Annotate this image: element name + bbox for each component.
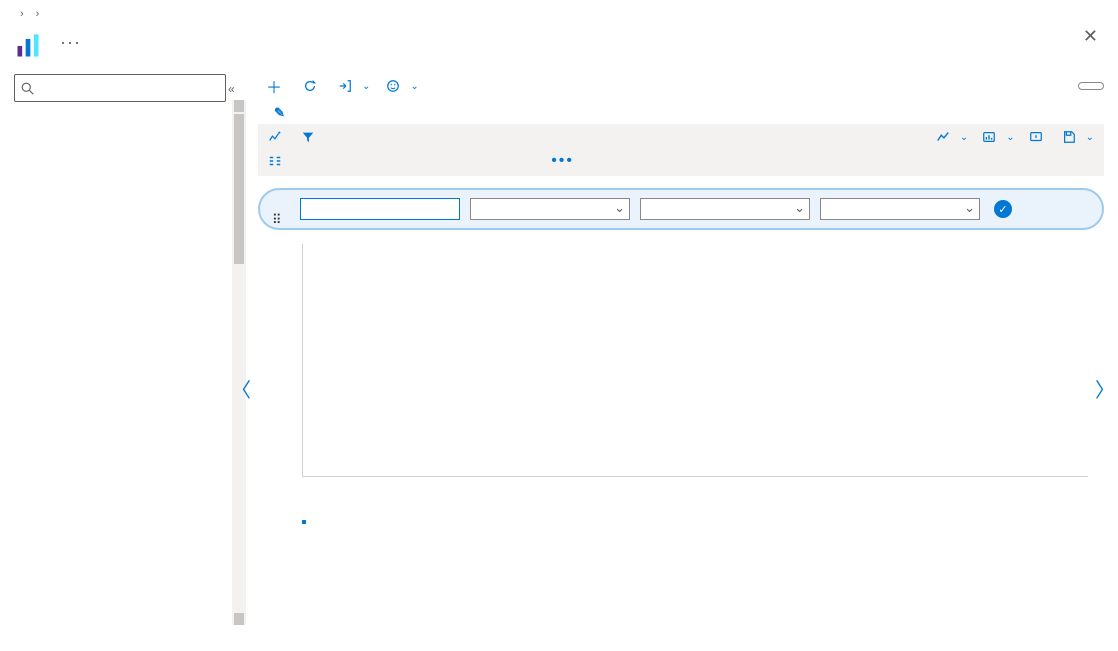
time-range-picker[interactable]: [1078, 82, 1104, 90]
chevron-down-icon: ⌄: [410, 81, 418, 92]
alert-icon: [1029, 130, 1043, 144]
breadcrumb: › ›: [0, 0, 1118, 24]
chevron-down-icon: ⌄: [1086, 132, 1094, 143]
split-icon: [268, 154, 282, 168]
new-chart-button[interactable]: ＋: [258, 72, 295, 100]
search-icon: [21, 82, 34, 95]
y-axis: [258, 244, 298, 476]
line-series: [303, 244, 1088, 476]
chart-area: [258, 244, 1104, 514]
chevron-down-icon: ⌄: [362, 81, 370, 92]
chart-legend: [302, 520, 1104, 524]
add-filter-button[interactable]: [301, 130, 320, 144]
chart-title: ✎: [258, 104, 1104, 124]
pin-icon[interactable]: ✎: [274, 105, 285, 120]
aggregation-dropdown[interactable]: [820, 198, 980, 220]
main-content: ＋ ⌄ ⌄ ✎ ⌄ ⌄ ⌄ •••: [228, 68, 1118, 633]
metric-dropdown[interactable]: [640, 198, 810, 220]
prev-chart-button[interactable]: 〈: [230, 368, 252, 408]
metrics-resource-icon: [14, 32, 42, 60]
metric-selector-bar: ⠿ ✓: [258, 188, 1104, 230]
save-dashboard-button[interactable]: ⌄: [1062, 130, 1094, 144]
save-icon: [1062, 130, 1076, 144]
search-input[interactable]: [14, 74, 226, 102]
apply-check-icon[interactable]: ✓: [994, 200, 1012, 218]
share-button[interactable]: ⌄: [330, 72, 378, 100]
refresh-button[interactable]: [295, 72, 330, 100]
refresh-icon: [303, 79, 317, 93]
chevron-down-icon: ⌄: [1006, 132, 1014, 143]
namespace-dropdown[interactable]: [470, 198, 630, 220]
feedback-button[interactable]: ⌄: [378, 72, 426, 100]
scope-input[interactable]: [300, 198, 460, 220]
metrics-toolbar: ＋ ⌄ ⌄: [258, 68, 1118, 104]
apply-splitting-button[interactable]: [268, 154, 287, 168]
chart-plot[interactable]: [302, 244, 1088, 477]
share-icon: [338, 79, 352, 93]
chart-more-icon[interactable]: •••: [551, 152, 574, 170]
more-icon[interactable]: ···: [60, 32, 81, 53]
logs-icon: [982, 130, 996, 144]
page-header: ··· ✕: [0, 24, 1118, 68]
next-chart-button[interactable]: 〉: [1094, 368, 1116, 408]
chevron-right-icon: ›: [36, 8, 40, 20]
smiley-icon: [386, 79, 400, 93]
filter-icon: [301, 130, 315, 144]
chart-toolbar: ⌄ ⌄ ⌄ •••: [258, 124, 1104, 176]
line-chart-icon: [936, 130, 950, 144]
new-alert-button[interactable]: [1029, 130, 1048, 144]
close-icon[interactable]: ✕: [1077, 26, 1104, 47]
drill-logs-button[interactable]: ⌄: [982, 130, 1014, 144]
sparkle-plus-icon: [268, 130, 282, 144]
metric-chart-card: ✎ ⌄ ⌄ ⌄ ••• ⠿: [258, 104, 1104, 524]
chevron-right-icon: ›: [20, 8, 24, 20]
sidebar: «: [0, 68, 228, 633]
add-metric-button[interactable]: [268, 130, 287, 144]
drag-handle-icon[interactable]: ⠿: [272, 212, 282, 228]
chevron-down-icon: ⌄: [960, 132, 968, 143]
chart-type-button[interactable]: ⌄: [936, 130, 968, 144]
